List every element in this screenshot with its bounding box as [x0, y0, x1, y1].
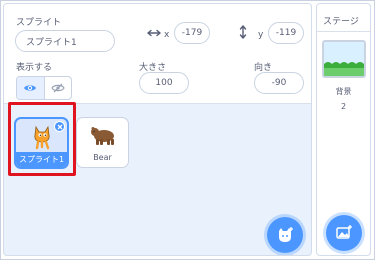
eye-icon: [24, 85, 37, 91]
eye-slash-icon: [51, 83, 65, 93]
cat-add-icon: [279, 227, 293, 242]
sprite-pane: スプライト スプライト1 x -179 y -119 表示する 大きさ 100 …: [3, 3, 312, 256]
close-icon: [57, 124, 62, 129]
x-input[interactable]: -179: [174, 22, 210, 44]
show-button[interactable]: [17, 77, 45, 99]
sprite-tile-bear[interactable]: Bear: [76, 117, 129, 168]
choose-backdrop-button[interactable]: [326, 215, 362, 251]
cat-icon: [34, 125, 50, 150]
stage-pane: ステージ 背景 2: [316, 3, 371, 256]
sprite-name-input[interactable]: スプライト1: [15, 30, 115, 52]
backdrop-add-icon: [336, 225, 352, 239]
stage-thumbnail[interactable]: [322, 40, 366, 78]
backdrop-thumbnail: [324, 42, 364, 76]
sprite-info-panel: スプライト スプライト1 x -179 y -119 表示する 大きさ 100 …: [4, 4, 311, 104]
stage-title: ステージ: [317, 4, 370, 32]
sprite-and-stage-area: スプライト スプライト1 x -179 y -119 表示する 大きさ 100 …: [0, 0, 375, 260]
x-label: x: [164, 30, 170, 40]
backdrops-count: 2: [340, 102, 347, 111]
delete-sprite-button[interactable]: [54, 121, 65, 132]
visibility-toggle: [16, 76, 72, 100]
choose-sprite-button[interactable]: [267, 217, 303, 253]
sprite-tile-sprite1[interactable]: スプライト1: [14, 117, 69, 169]
sprite-tile-label: スプライト1: [16, 152, 67, 167]
direction-input[interactable]: -90: [254, 72, 304, 94]
y-position-icon: [239, 25, 247, 39]
show-label: 表示する: [16, 63, 53, 73]
backdrops-label: 背景: [335, 87, 352, 96]
sprite-tile-label: Bear: [93, 153, 112, 162]
hide-button[interactable]: [45, 77, 72, 99]
bear-icon: [91, 127, 114, 145]
x-position-icon: [147, 29, 161, 37]
y-input[interactable]: -119: [268, 22, 304, 44]
y-label: y: [258, 30, 264, 40]
size-input[interactable]: 100: [139, 72, 189, 94]
sprite-label: スプライト: [16, 18, 62, 28]
